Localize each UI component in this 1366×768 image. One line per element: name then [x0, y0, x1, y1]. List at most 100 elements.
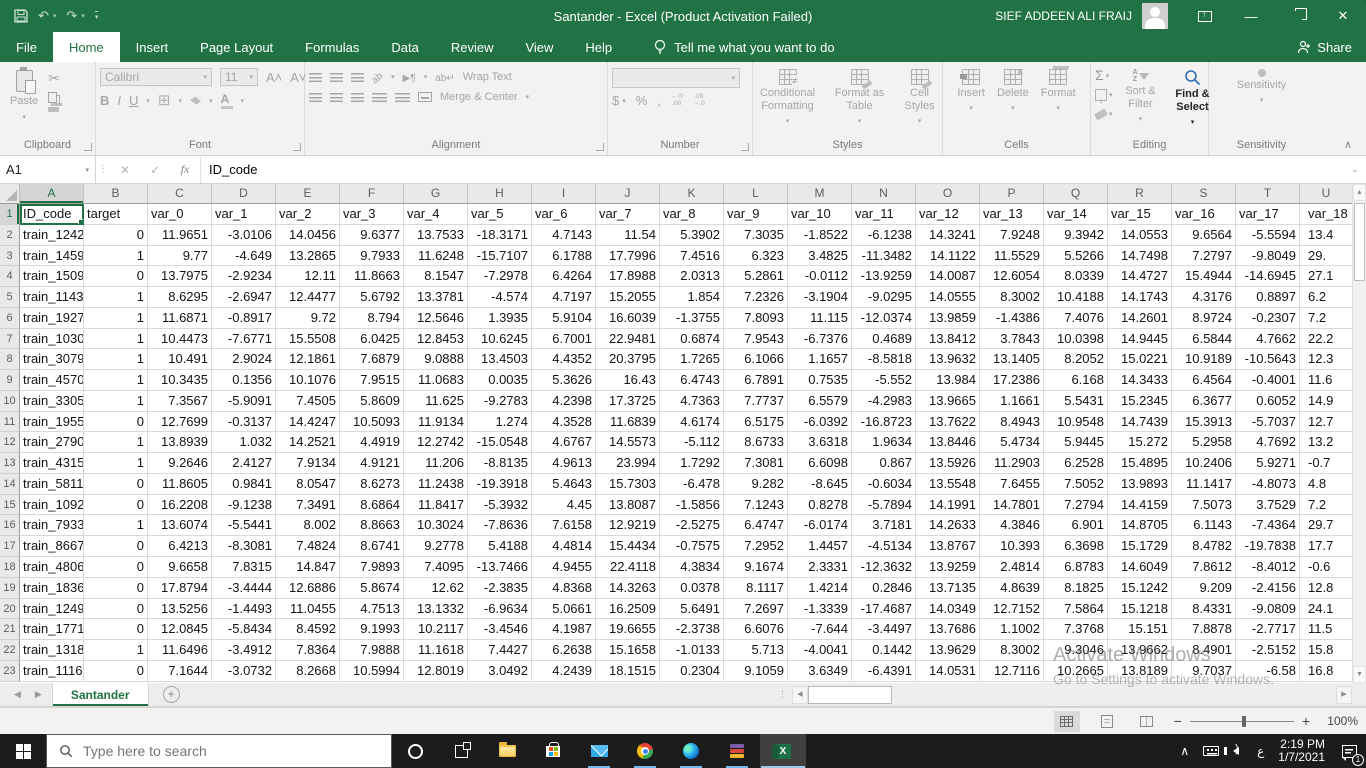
cell-P17[interactable]: 10.393 — [980, 536, 1044, 558]
cell-T20[interactable]: -9.0809 — [1236, 598, 1300, 620]
cell-S16[interactable]: 6.1143 — [1172, 515, 1236, 537]
cell-N11[interactable]: -16.8723 — [852, 411, 916, 433]
cell-H23[interactable]: 3.0492 — [468, 660, 532, 682]
cell-Q8[interactable]: 8.2052 — [1044, 349, 1108, 371]
action-center-button[interactable]: 1 — [1332, 734, 1366, 768]
cell-N17[interactable]: -4.5134 — [852, 536, 916, 558]
cell-F6[interactable]: 8.794 — [340, 307, 404, 329]
cell-T11[interactable]: -5.7037 — [1236, 411, 1300, 433]
cell-H9[interactable]: 0.0035 — [468, 370, 532, 391]
cell-H8[interactable]: 13.4503 — [468, 349, 532, 371]
cell-S20[interactable]: 8.4331 — [1172, 598, 1236, 620]
cell-K21[interactable]: -2.3738 — [660, 619, 724, 641]
cell-A12[interactable]: train_2790 — [20, 432, 84, 454]
minimize-button[interactable]: — — [1228, 0, 1274, 32]
increase-decimal-icon[interactable]: ←.0.00 — [671, 93, 683, 107]
cell-M7[interactable]: -6.7376 — [788, 328, 852, 350]
cell-B2[interactable]: 0 — [84, 224, 148, 246]
cell-B5[interactable]: 1 — [84, 287, 148, 308]
clear-icon[interactable] — [1094, 107, 1108, 121]
row-number-18[interactable]: 18 — [0, 557, 20, 578]
zoom-slider-thumb[interactable] — [1241, 715, 1246, 727]
cell-B1[interactable]: target — [84, 204, 148, 225]
cell-N8[interactable]: -8.5818 — [852, 349, 916, 371]
cell-F2[interactable]: 9.6377 — [340, 224, 404, 246]
column-header-E[interactable]: E — [276, 184, 340, 203]
cell-E1[interactable]: var_2 — [276, 204, 340, 225]
cell-N10[interactable]: -4.2983 — [852, 390, 916, 412]
cell-N20[interactable]: -17.4687 — [852, 598, 916, 620]
cell-J4[interactable]: 17.8988 — [596, 266, 660, 288]
cell-A16[interactable]: train_7933 — [20, 515, 84, 537]
zoom-slider[interactable] — [1189, 715, 1294, 727]
cell-O8[interactable]: 13.9632 — [916, 349, 980, 371]
cell-K5[interactable]: 1.854 — [660, 287, 724, 308]
cell-L21[interactable]: 6.6076 — [724, 619, 788, 641]
column-header-F[interactable]: F — [340, 184, 404, 203]
cell-E21[interactable]: 8.4592 — [276, 619, 340, 641]
cell-U11[interactable]: 12.7 — [1300, 412, 1352, 433]
cell-O12[interactable]: 13.8446 — [916, 432, 980, 454]
cell-L3[interactable]: 6.323 — [724, 245, 788, 267]
cell-I5[interactable]: 4.7197 — [532, 287, 596, 308]
cell-U3[interactable]: 29. — [1300, 246, 1352, 267]
cell-G19[interactable]: 12.62 — [404, 577, 468, 599]
cell-K3[interactable]: 7.4516 — [660, 245, 724, 267]
column-header-O[interactable]: O — [916, 184, 980, 203]
cell-T9[interactable]: -0.4001 — [1236, 370, 1300, 391]
cell-S5[interactable]: 4.3176 — [1172, 287, 1236, 308]
cell-N9[interactable]: -5.552 — [852, 370, 916, 391]
cell-D15[interactable]: -9.1238 — [212, 494, 276, 516]
row-number-5[interactable]: 5 — [0, 287, 20, 308]
cell-M17[interactable]: 1.4457 — [788, 536, 852, 558]
tab-data[interactable]: Data — [375, 32, 434, 62]
cell-E17[interactable]: 7.4824 — [276, 536, 340, 558]
cell-D13[interactable]: 2.4127 — [212, 453, 276, 474]
cell-G13[interactable]: 11.206 — [404, 453, 468, 474]
cell-R17[interactable]: 15.1729 — [1108, 536, 1172, 558]
cell-U10[interactable]: 14.9 — [1300, 391, 1352, 412]
cell-L4[interactable]: 5.2861 — [724, 266, 788, 288]
hidden-icons-chevron[interactable]: ∧ — [1173, 734, 1196, 768]
cell-S8[interactable]: 10.9189 — [1172, 349, 1236, 371]
cell-B18[interactable]: 0 — [84, 557, 148, 578]
cell-Q14[interactable]: 7.5052 — [1044, 473, 1108, 495]
cell-R20[interactable]: 15.1218 — [1108, 598, 1172, 620]
cell-N2[interactable]: -6.1238 — [852, 224, 916, 246]
cell-O13[interactable]: 13.5926 — [916, 453, 980, 474]
cell-U8[interactable]: 12.3 — [1300, 349, 1352, 371]
cell-I22[interactable]: 6.2638 — [532, 640, 596, 661]
start-button[interactable] — [0, 734, 46, 768]
cell-A8[interactable]: train_3079 — [20, 349, 84, 371]
cell-G12[interactable]: 12.2742 — [404, 432, 468, 454]
cell-M18[interactable]: 2.3331 — [788, 557, 852, 578]
cell-B10[interactable]: 1 — [84, 390, 148, 412]
cell-G17[interactable]: 9.2778 — [404, 536, 468, 558]
cell-F10[interactable]: 5.8609 — [340, 390, 404, 412]
cell-Q20[interactable]: 7.5864 — [1044, 598, 1108, 620]
cell-D19[interactable]: -3.4444 — [212, 577, 276, 599]
cell-N13[interactable]: 0.867 — [852, 453, 916, 474]
cell-Q22[interactable]: 9.3046 — [1044, 640, 1108, 661]
cell-I17[interactable]: 4.4814 — [532, 536, 596, 558]
cell-Q5[interactable]: 10.4188 — [1044, 287, 1108, 308]
cell-P4[interactable]: 12.6054 — [980, 266, 1044, 288]
align-bottom-icon[interactable] — [351, 72, 364, 82]
cell-O16[interactable]: 14.2633 — [916, 515, 980, 537]
cell-A20[interactable]: train_1249 — [20, 598, 84, 620]
cell-L14[interactable]: 9.282 — [724, 473, 788, 495]
column-header-I[interactable]: I — [532, 184, 596, 203]
cell-U22[interactable]: 15.8 — [1300, 640, 1352, 661]
cell-F19[interactable]: 5.8674 — [340, 577, 404, 599]
cell-P6[interactable]: -1.4386 — [980, 307, 1044, 329]
row-number-1[interactable]: 1 — [0, 204, 20, 225]
row-number-16[interactable]: 16 — [0, 515, 20, 537]
cell-G5[interactable]: 13.3781 — [404, 287, 468, 308]
cell-G10[interactable]: 11.625 — [404, 390, 468, 412]
cell-C6[interactable]: 11.6871 — [148, 307, 212, 329]
cell-I3[interactable]: 6.1788 — [532, 245, 596, 267]
cell-styles-button[interactable]: Cell Styles ▾ — [896, 66, 944, 131]
tab-help[interactable]: Help — [569, 32, 628, 62]
page-layout-view-button[interactable] — [1094, 711, 1120, 732]
cell-C14[interactable]: 11.8605 — [148, 473, 212, 495]
